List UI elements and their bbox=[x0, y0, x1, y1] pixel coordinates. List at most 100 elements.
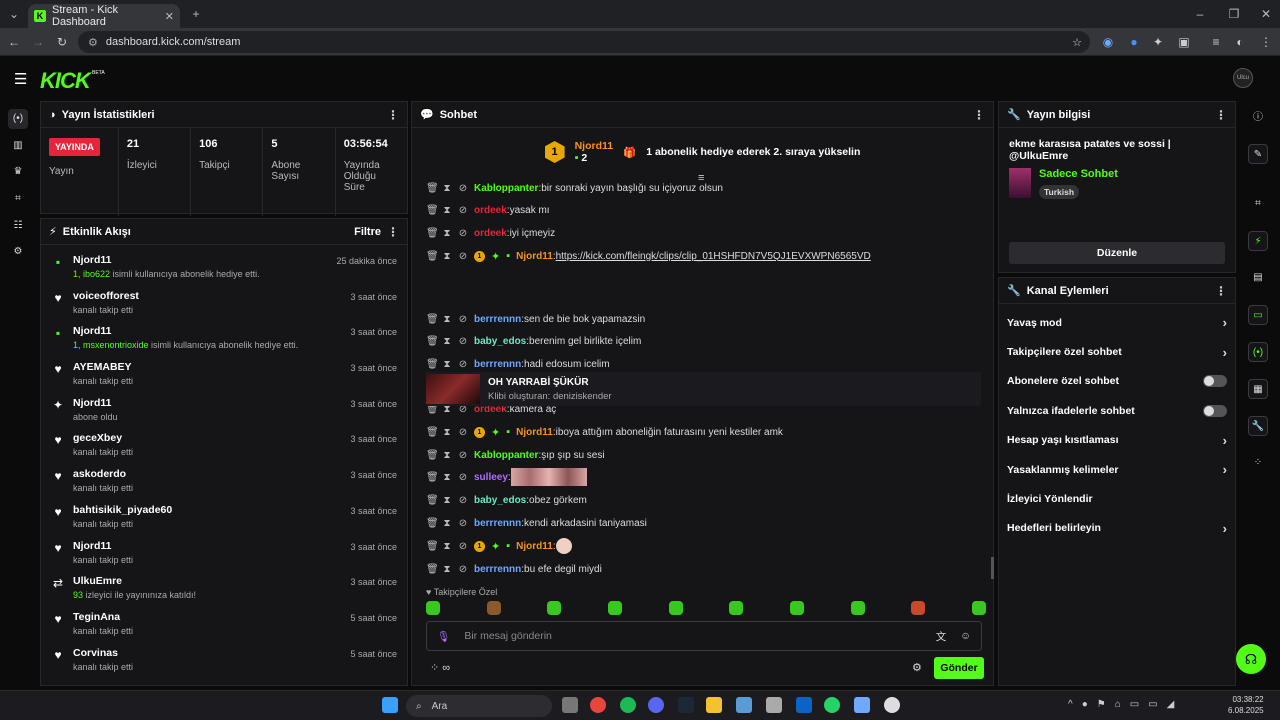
chat-icon[interactable]: ▭ bbox=[1248, 305, 1268, 325]
emote-button[interactable] bbox=[486, 601, 501, 615]
extension-icon[interactable]: ✦ bbox=[1150, 34, 1166, 50]
chat-username[interactable]: ordeek bbox=[474, 228, 507, 239]
timeout-icon[interactable]: ⧗ bbox=[442, 251, 452, 262]
apps-icon[interactable]: ⁘ bbox=[1248, 453, 1268, 473]
tab-close-icon[interactable]: ✕ bbox=[165, 10, 174, 23]
discord-icon[interactable] bbox=[648, 697, 664, 713]
emote-button[interactable] bbox=[911, 601, 926, 615]
layout-icon[interactable]: ▦ bbox=[1248, 379, 1268, 399]
emoji-icon[interactable]: ☺ bbox=[960, 630, 971, 642]
activity-item[interactable]: ▪ Njord11 1, msxenontrioxide isimli kullan… bbox=[41, 320, 407, 356]
kick-logo[interactable]: KICK bbox=[40, 68, 91, 94]
ban-icon[interactable]: ⊘ bbox=[458, 541, 468, 552]
users-icon[interactable]: ☷ bbox=[8, 216, 28, 236]
image-app-icon[interactable] bbox=[766, 697, 782, 713]
spotify-icon[interactable] bbox=[620, 697, 636, 713]
channel-menu-icon[interactable]: ⋮ bbox=[1215, 284, 1227, 298]
reading-list-icon[interactable]: ≡ bbox=[1208, 34, 1224, 50]
ban-icon[interactable]: ⊘ bbox=[458, 336, 468, 347]
toggle-switch[interactable] bbox=[1203, 404, 1227, 417]
channel-action-row[interactable]: Abonelere özel sohbet bbox=[999, 367, 1235, 396]
chat-message[interactable]: 🗑 ⧗ ⊘ baby_edos: berenim gel birlikte içeli… bbox=[426, 332, 641, 350]
extension-icon[interactable]: ◉ bbox=[1100, 34, 1116, 50]
delete-icon[interactable]: 🗑 bbox=[426, 251, 439, 262]
taskbar-search[interactable]: ⌕ Ara bbox=[406, 695, 552, 717]
timeout-icon[interactable]: ⧗ bbox=[442, 564, 452, 575]
broadcast-icon[interactable]: (•) bbox=[1248, 342, 1268, 362]
delete-icon[interactable]: 🗑 bbox=[426, 518, 439, 529]
timeout-icon[interactable]: ⧗ bbox=[442, 518, 452, 529]
stats-menu-icon[interactable]: ⋮ bbox=[387, 108, 399, 122]
delete-icon[interactable]: 🗑 bbox=[426, 564, 439, 575]
delete-icon[interactable]: 🗑 bbox=[426, 495, 439, 506]
browser-tab[interactable]: K Stream - Kick Dashboard ✕ bbox=[28, 4, 180, 28]
address-bar[interactable]: ⚙ dashboard.kick.com/stream ☆ bbox=[78, 31, 1090, 53]
category-name[interactable]: Sadece Sohbet bbox=[1039, 168, 1118, 180]
ban-icon[interactable]: ⊘ bbox=[458, 427, 468, 438]
site-info-icon[interactable]: ⚙ bbox=[88, 36, 98, 49]
timeout-icon[interactable]: ⧗ bbox=[442, 495, 452, 506]
emote-button[interactable] bbox=[426, 601, 440, 615]
activity-menu-icon[interactable]: ⋮ bbox=[387, 225, 399, 239]
delete-icon[interactable]: 🗑 bbox=[426, 205, 439, 216]
capture-icon[interactable]: ⌗ bbox=[8, 189, 28, 209]
ban-icon[interactable]: ⊘ bbox=[458, 228, 468, 239]
chat-username[interactable]: berrrennn bbox=[474, 314, 521, 325]
emote-button[interactable] bbox=[789, 601, 804, 615]
scrollbar[interactable] bbox=[991, 557, 994, 579]
channel-action-row[interactable]: Yalnızca ifadelerle sohbet bbox=[999, 396, 1235, 425]
translate-icon[interactable]: 文 bbox=[936, 629, 947, 644]
chat-message[interactable]: 🗑 ⧗ ⊘ Kabloppanter: şıp şıp su sesi bbox=[426, 446, 605, 464]
chat-message[interactable]: 🗑 ⧗ ⊘ berrrennn: hadi edosum icelim bbox=[426, 355, 610, 373]
emote-button[interactable] bbox=[607, 601, 622, 615]
chat-username[interactable]: berrrennn bbox=[474, 518, 521, 529]
whatsapp-icon[interactable] bbox=[824, 697, 840, 713]
chat-username[interactable]: berrrennn bbox=[474, 564, 521, 575]
chrome-icon[interactable] bbox=[590, 697, 606, 713]
extensions-puzzle-icon[interactable]: ▣ bbox=[1176, 34, 1192, 50]
emote-button[interactable] bbox=[971, 601, 986, 615]
outlook-icon[interactable] bbox=[796, 697, 812, 713]
timeout-icon[interactable]: ⧗ bbox=[442, 472, 452, 483]
minimize-icon[interactable]: – bbox=[1190, 5, 1210, 23]
timeout-icon[interactable]: ⧗ bbox=[442, 314, 452, 325]
chat-message[interactable]: 🗑 ⧗ ⊘ 1 ✦ ▪ Njord11: iboya attığım aboneliğin … bbox=[426, 423, 783, 441]
activity-item[interactable]: ▪ Njord11 1, ibo622 isimli kullanıcıya abo… bbox=[41, 249, 407, 285]
chat-username[interactable]: Njord11 bbox=[516, 541, 553, 552]
ban-icon[interactable]: ⊘ bbox=[458, 472, 468, 483]
photos-icon[interactable] bbox=[736, 697, 752, 713]
delete-icon[interactable]: 🗑 bbox=[426, 359, 439, 370]
clip-preview-card[interactable]: OH YARRABİ ŞÜKÜR Klibi oluşturan: denizis… bbox=[426, 372, 981, 406]
bookmark-star-icon[interactable]: ☆ bbox=[1072, 36, 1082, 49]
profile-icon[interactable]: ◐ bbox=[1232, 34, 1248, 50]
chevron-right-icon[interactable]: › bbox=[1223, 345, 1227, 360]
timeout-icon[interactable]: ⧗ bbox=[442, 336, 452, 347]
timeout-icon[interactable]: ⧗ bbox=[442, 427, 452, 438]
activity-item[interactable]: ♥ Njord11 kanalı takip etti 3 saat önce bbox=[41, 535, 407, 571]
delete-icon[interactable]: 🗑 bbox=[426, 450, 439, 461]
app-icon[interactable] bbox=[854, 697, 870, 713]
timeout-icon[interactable]: ⧗ bbox=[442, 541, 452, 552]
back-icon[interactable]: ← bbox=[6, 34, 22, 50]
ban-icon[interactable]: ⊘ bbox=[458, 564, 468, 575]
chat-message[interactable]: 🗑 ⧗ ⊘ sulleey: bbox=[426, 468, 587, 486]
timeout-icon[interactable]: ⧗ bbox=[442, 450, 452, 461]
delete-icon[interactable]: 🗑 bbox=[426, 541, 439, 552]
activity-item[interactable]: ♥ AYEMABEY kanalı takip etti 3 saat önce bbox=[41, 356, 407, 392]
chat-link[interactable]: https://kick.com/fleingk/clips/clip_01HS… bbox=[556, 251, 871, 262]
ban-icon[interactable]: ⊘ bbox=[458, 205, 468, 216]
app-icon[interactable] bbox=[884, 697, 900, 713]
analytics-icon[interactable]: ▥ bbox=[8, 136, 28, 156]
trophy-icon[interactable]: ♛ bbox=[8, 162, 28, 182]
extension-icon[interactable]: ● bbox=[1126, 34, 1142, 50]
toggle-switch[interactable] bbox=[1203, 375, 1227, 388]
document-icon[interactable]: ▤ bbox=[1248, 268, 1268, 288]
chat-username[interactable]: Njord11 bbox=[516, 251, 553, 262]
stream-broadcast-icon[interactable]: (•) bbox=[8, 109, 28, 129]
emote-button[interactable] bbox=[850, 601, 865, 615]
chevron-right-icon[interactable]: › bbox=[1223, 462, 1227, 477]
delete-icon[interactable]: 🗑 bbox=[426, 228, 439, 239]
chat-username[interactable]: sulleey bbox=[474, 472, 508, 483]
timeout-icon[interactable]: ⧗ bbox=[442, 183, 452, 194]
top-gifter-banner[interactable]: 1 Njord11 ▪ 2 🎁 1 abonelik hediye ederek… bbox=[412, 128, 993, 176]
